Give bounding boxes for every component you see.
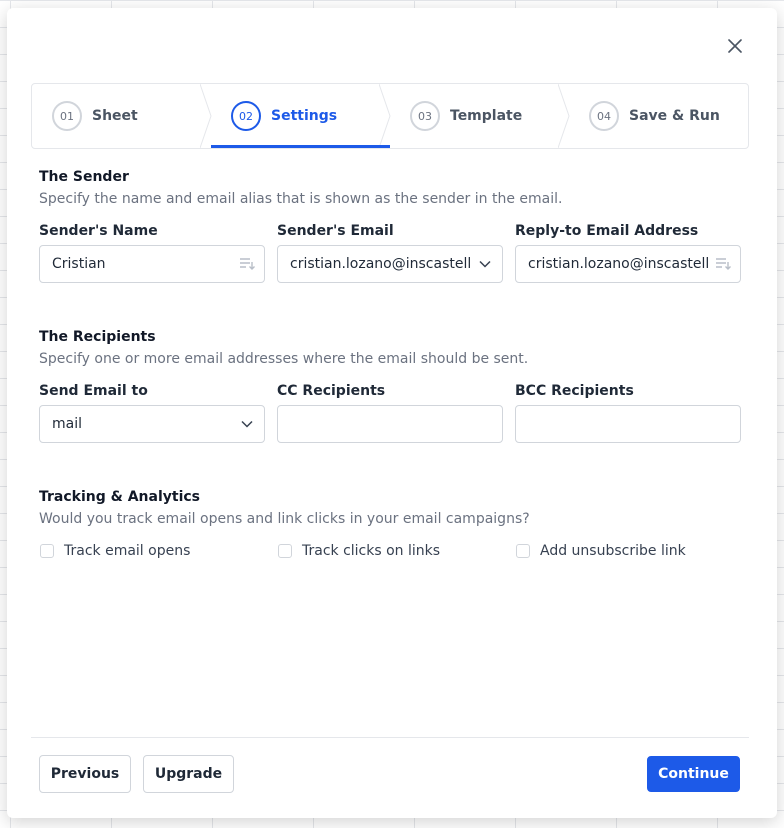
cc-input[interactable] <box>277 405 503 443</box>
recipients-section-description: Specify one or more email addresses wher… <box>39 351 529 367</box>
sender-email-select[interactable]: cristian.lozano@inscastellbisbal.cat <box>277 245 503 283</box>
reply-to-field[interactable]: cristian.lozano@inscastellbisbal.cat <box>515 245 741 283</box>
continue-button[interactable]: Continue <box>647 756 740 792</box>
step-number: 01 <box>52 101 82 131</box>
chevron-down-icon <box>476 255 494 273</box>
reply-to-label: Reply-to Email Address <box>515 223 699 239</box>
step-label: Template <box>450 108 523 124</box>
step-sheet[interactable]: 01 Sheet <box>32 84 212 148</box>
step-label: Settings <box>271 108 338 124</box>
insert-field-icon[interactable] <box>714 255 732 273</box>
track-opens-label: Track email opens <box>64 543 191 559</box>
close-button[interactable] <box>725 36 745 56</box>
send-to-select[interactable]: mail <box>39 405 265 443</box>
insert-field-icon[interactable] <box>238 255 256 273</box>
cc-label: CC Recipients <box>277 383 386 399</box>
sender-name-label: Sender's Name <box>39 223 158 239</box>
sender-email-label: Sender's Email <box>277 223 394 239</box>
unsubscribe-option[interactable]: Add unsubscribe link <box>516 543 686 559</box>
unsubscribe-label: Add unsubscribe link <box>540 543 686 559</box>
step-number: 03 <box>410 101 440 131</box>
sender-email-value: cristian.lozano@inscastellbisbal.cat <box>290 256 472 272</box>
sender-name-field[interactable]: Cristian <box>39 245 265 283</box>
send-to-label: Send Email to <box>39 383 148 399</box>
track-opens-checkbox[interactable] <box>40 544 54 558</box>
track-clicks-checkbox[interactable] <box>278 544 292 558</box>
step-number: 02 <box>231 101 261 131</box>
step-label: Save & Run <box>629 108 720 124</box>
previous-button[interactable]: Previous <box>39 755 131 793</box>
tracking-section-description: Would you track email opens and link cli… <box>39 511 530 527</box>
track-clicks-option[interactable]: Track clicks on links <box>278 543 440 559</box>
tracking-section-title: Tracking & Analytics <box>39 489 201 505</box>
step-template[interactable]: 03 Template <box>390 84 570 148</box>
mail-merge-dialog: 01 Sheet 02 Settings 03 Template 04 Save… <box>7 8 777 818</box>
track-opens-option[interactable]: Track email opens <box>40 543 190 559</box>
sender-section-title: The Sender <box>39 169 129 185</box>
upgrade-button[interactable]: Upgrade <box>143 755 234 793</box>
bcc-label: BCC Recipients <box>515 383 634 399</box>
reply-to-value: cristian.lozano@inscastellbisbal.cat <box>528 256 710 272</box>
footer-divider <box>31 737 749 738</box>
sender-section-description: Specify the name and email alias that is… <box>39 191 563 207</box>
step-settings[interactable]: 02 Settings <box>211 84 391 148</box>
track-clicks-label: Track clicks on links <box>302 543 441 559</box>
close-icon <box>728 39 742 53</box>
bcc-input[interactable] <box>515 405 741 443</box>
sender-name-value: Cristian <box>52 256 106 272</box>
chevron-down-icon <box>238 415 256 433</box>
send-to-value: mail <box>52 416 82 432</box>
step-label: Sheet <box>92 108 138 124</box>
wizard-stepper: 01 Sheet 02 Settings 03 Template 04 Save… <box>31 83 749 149</box>
step-number: 04 <box>589 101 619 131</box>
unsubscribe-checkbox[interactable] <box>516 544 530 558</box>
recipients-section-title: The Recipients <box>39 329 156 345</box>
step-save-run[interactable]: 04 Save & Run <box>569 84 748 148</box>
